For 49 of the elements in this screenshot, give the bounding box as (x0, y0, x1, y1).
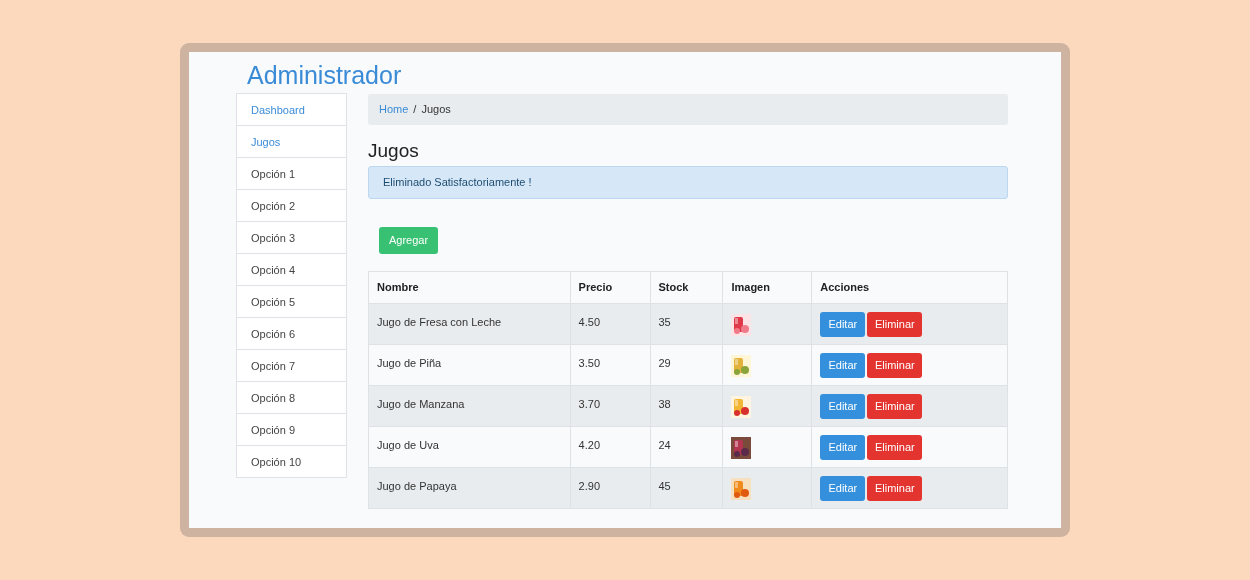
sidebar-item[interactable]: Opción 2 (236, 189, 347, 222)
delete-button[interactable]: Eliminar (867, 393, 923, 419)
breadcrumb-separator: / (413, 102, 417, 118)
table-cell: 38 (650, 385, 723, 426)
edit-button[interactable]: Editar (820, 393, 866, 419)
column-header: Stock (650, 271, 723, 303)
table-cell: Jugo de Papaya (368, 467, 571, 508)
table-cell: Jugo de Piña (368, 344, 571, 385)
success-alert: Eliminado Satisfactoriamente ! (368, 166, 1008, 199)
column-header: Imagen (722, 271, 812, 303)
column-header: Acciones (811, 271, 1008, 303)
edit-button[interactable]: Editar (820, 352, 866, 378)
edit-button[interactable]: Editar (820, 475, 866, 501)
table-cell: 29 (650, 344, 723, 385)
edit-button[interactable]: Editar (820, 311, 866, 337)
delete-button[interactable]: Eliminar (867, 434, 923, 460)
sidebar-item[interactable]: Opción 7 (236, 349, 347, 382)
table-cell: Jugo de Uva (368, 426, 571, 467)
sidebar-item[interactable]: Opción 10 (236, 445, 347, 478)
table-cell: 3.50 (570, 344, 650, 385)
breadcrumb-current: Jugos (421, 102, 451, 118)
column-header: Nombre (368, 271, 571, 303)
sidebar-item[interactable]: Opción 9 (236, 413, 347, 446)
table-cell: 4.20 (570, 426, 650, 467)
edit-button[interactable]: Editar (820, 434, 866, 460)
column-header: Precio (570, 271, 650, 303)
sidebar-item[interactable]: Opción 8 (236, 381, 347, 414)
app-title: Administrador (247, 60, 403, 90)
breadcrumb-link[interactable]: Home (379, 101, 409, 118)
sidebar-item[interactable]: Jugos (236, 125, 347, 158)
sidebar-item[interactable]: Opción 4 (236, 253, 347, 286)
table-cell: 24 (650, 426, 723, 467)
delete-button[interactable]: Eliminar (867, 475, 923, 501)
table-cell: Jugo de Manzana (368, 385, 571, 426)
table-cell: Jugo de Fresa con Leche (368, 303, 571, 344)
delete-button[interactable]: Eliminar (867, 311, 923, 337)
sidebar-item[interactable]: Dashboard (236, 93, 347, 126)
sidebar-item[interactable]: Opción 3 (236, 221, 347, 254)
delete-button[interactable]: Eliminar (867, 352, 923, 378)
sidebar-item[interactable]: Opción 6 (236, 317, 347, 350)
table-cell: 3.70 (570, 385, 650, 426)
table-cell: 4.50 (570, 303, 650, 344)
sidebar-item[interactable]: Opción 5 (236, 285, 347, 318)
sidebar-item[interactable]: Opción 1 (236, 157, 347, 190)
add-button[interactable]: Agregar (379, 227, 439, 254)
page-heading: Jugos (368, 139, 420, 163)
table-cell: 2.90 (570, 467, 650, 508)
table-cell: 45 (650, 467, 723, 508)
table-cell: 35 (650, 303, 723, 344)
